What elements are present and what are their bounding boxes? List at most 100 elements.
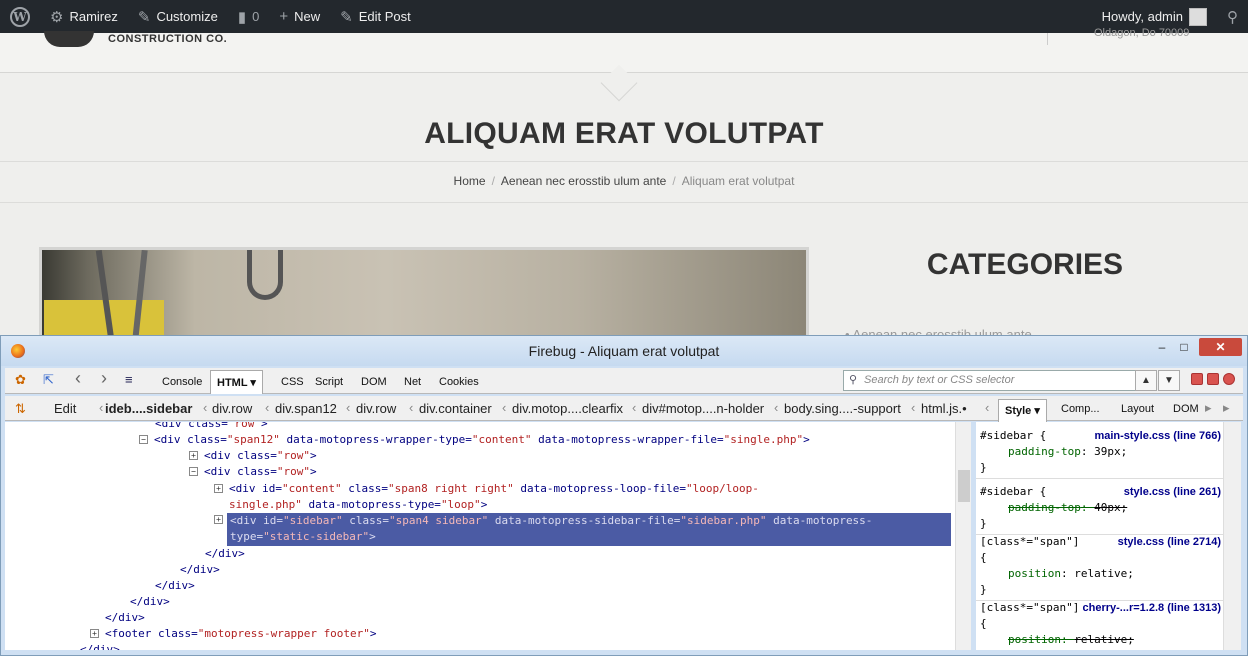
css-source-link[interactable]: main-style.css (line 766) — [1094, 428, 1221, 444]
tab-console[interactable]: Console — [162, 376, 202, 388]
search-prev-button[interactable]: ▲ — [1135, 370, 1157, 391]
css-declaration[interactable]: padding-top: 39px; — [1008, 444, 1127, 460]
css-source-link[interactable]: style.css (line 2714) — [1118, 534, 1221, 550]
edit-post-link[interactable]: ✎ Edit Post — [330, 0, 421, 33]
style-panel[interactable]: #sidebar { main-style.css (line 766) pad… — [976, 422, 1223, 650]
css-selector[interactable]: #sidebar { — [980, 484, 1046, 500]
html-line[interactable]: + <footer class="motopress-wrapper footer… — [90, 626, 377, 642]
css-brace: } — [980, 517, 987, 530]
html-line[interactable]: </div> — [130, 594, 170, 610]
tab-script[interactable]: Script — [315, 376, 343, 388]
post-featured-image[interactable] — [39, 247, 809, 347]
html-line-selected[interactable]: <div id="sidebar" class="span4 sidebar" … — [227, 513, 951, 546]
close-button[interactable]: ✕ — [1199, 338, 1242, 356]
firebug-minimize-icon[interactable] — [1191, 373, 1203, 385]
edit-button[interactable]: Edit — [54, 401, 76, 416]
expand-toggle-icon[interactable]: + — [189, 451, 198, 460]
breadcrumb-category[interactable]: Aenean nec erosstib ulum ante — [501, 174, 666, 188]
side-scroll-right-icon[interactable]: ▸ — [1205, 400, 1212, 416]
collapse-toggle-icon[interactable]: − — [189, 467, 198, 476]
html-line[interactable]: + <div class="row"> — [189, 448, 317, 464]
side-scroll-left-icon[interactable]: ‹ — [985, 400, 989, 415]
css-source-link[interactable]: cherry-...r=1.2.8 (line 1313) — [1083, 600, 1222, 616]
css-source-link[interactable]: style.css (line 261) — [1124, 484, 1221, 500]
tab-dom[interactable]: DOM — [361, 376, 387, 388]
wp-logo-menu[interactable]: W — [0, 0, 40, 33]
pause-icon[interactable]: ⇅ — [15, 401, 26, 417]
css-brace: { — [980, 617, 987, 630]
css-selector[interactable]: [class*="span"] — [980, 534, 1079, 550]
html-line[interactable]: − <div class="span12" data-motopress-wrap… — [139, 432, 810, 448]
css-selector[interactable]: #sidebar { — [980, 428, 1046, 444]
tab-html[interactable]: HTML ▾ — [210, 370, 263, 394]
breadcrumb: Home / Aenean nec erosstib ulum ante / Aliqu… — [0, 174, 1248, 188]
scrollbar-thumb[interactable] — [958, 470, 970, 502]
html-line[interactable]: + <div id="content" class="span8 right ri… — [214, 481, 759, 497]
collapse-toggle-icon[interactable]: − — [139, 435, 148, 444]
breadcrumb-home[interactable]: Home — [454, 174, 486, 188]
expand-toggle-icon[interactable]: + — [214, 515, 223, 524]
expand-toggle-icon[interactable]: + — [90, 629, 99, 638]
pencil-icon: ✎ — [340, 8, 353, 26]
side-tab-dom[interactable]: DOM — [1173, 403, 1199, 415]
crumb-item[interactable]: div.row — [212, 401, 252, 416]
maximize-button[interactable]: □ — [1171, 338, 1197, 356]
html-line[interactable]: single.php" data-motopress-type="loop"> — [229, 497, 487, 513]
edit-post-label: Edit Post — [358, 9, 411, 24]
search-next-button[interactable]: ▼ — [1158, 370, 1180, 391]
logo-gear-icon[interactable] — [44, 31, 94, 47]
html-line[interactable]: </div> — [80, 642, 120, 650]
crumb-scroll-left-icon[interactable]: ‹ — [99, 400, 103, 415]
comments-count: 0 — [252, 9, 260, 24]
crumb-item[interactable]: html.js.• — [921, 401, 967, 416]
html-line[interactable]: </div> — [180, 562, 220, 578]
css-brace: { — [980, 551, 987, 564]
html-search-input[interactable]: ⚲ Search by text or CSS selector — [843, 370, 1137, 391]
command-line-icon[interactable]: ≡ — [125, 372, 133, 387]
html-tree-panel[interactable]: <div class="row"> − <div class="span12" d… — [5, 422, 971, 650]
side-tab-layout[interactable]: Layout — [1121, 403, 1154, 415]
site-name-menu[interactable]: ⚙ Ramirez — [40, 0, 128, 33]
side-tab-style[interactable]: Style ▾ — [998, 399, 1047, 422]
crumb-item[interactable]: div.motop....clearfix — [512, 401, 623, 416]
inspect-icon[interactable]: ⇱ — [43, 372, 54, 388]
admin-search[interactable]: ⚲ — [1217, 0, 1248, 33]
customize-link[interactable]: ✎ Customize — [128, 0, 228, 33]
firebug-close-icon[interactable] — [1223, 373, 1235, 385]
firebug-detach-icon[interactable] — [1207, 373, 1219, 385]
logo-text[interactable]: CONSTRUCTION CO. — [108, 33, 227, 45]
css-declaration-overridden[interactable]: position: relative; — [1008, 632, 1134, 648]
tab-net[interactable]: Net — [404, 376, 421, 388]
crumb-item[interactable]: div.container — [419, 401, 492, 416]
expand-toggle-icon[interactable]: + — [214, 484, 223, 493]
crumb-item[interactable]: body.sing....-support — [784, 401, 901, 416]
firebug-titlebar[interactable]: Firebug - Aliquam erat volutpat – □ ✕ — [1, 336, 1247, 366]
css-declaration-overridden[interactable]: padding-top: 40px; — [1008, 500, 1127, 516]
html-line[interactable]: − <div class="row"> — [189, 464, 317, 480]
comment-icon: ▮ — [237, 8, 247, 26]
firebug-bug-icon[interactable]: ✿ — [15, 372, 26, 388]
crumb-item[interactable]: ideb....sidebar — [105, 401, 192, 416]
html-line[interactable]: </div> — [155, 578, 195, 594]
crumb-item[interactable]: div#motop....n-holder — [642, 401, 764, 416]
crumb-item[interactable]: div.row — [356, 401, 396, 416]
comments-link[interactable]: ▮ 0 — [228, 0, 270, 33]
firebug-toolbar: ✿ ⇱ ‹ › ≡ Console HTML ▾ CSS Script DOM … — [5, 368, 1243, 394]
forward-icon[interactable]: › — [101, 368, 107, 389]
side-tab-computed[interactable]: Comp... — [1061, 403, 1100, 415]
search-icon: ⚲ — [1227, 8, 1238, 26]
tab-css[interactable]: CSS — [281, 376, 304, 388]
html-line[interactable]: </div> — [105, 610, 145, 626]
style-panel-scrollbar[interactable] — [1223, 422, 1241, 650]
html-panel-scrollbar[interactable] — [955, 422, 971, 650]
image-hook — [247, 250, 283, 300]
css-declaration[interactable]: position: relative; — [1008, 566, 1134, 582]
css-selector[interactable]: [class*="span"] — [980, 600, 1079, 616]
new-content-menu[interactable]: + New — [269, 0, 330, 33]
html-line[interactable]: </div> — [205, 546, 245, 562]
html-line[interactable]: <div class="row"> — [155, 422, 268, 432]
crumb-item[interactable]: div.span12 — [275, 401, 337, 416]
back-icon[interactable]: ‹ — [75, 368, 81, 389]
side-menu-icon[interactable]: ▸ — [1223, 400, 1230, 416]
tab-cookies[interactable]: Cookies — [439, 376, 479, 388]
